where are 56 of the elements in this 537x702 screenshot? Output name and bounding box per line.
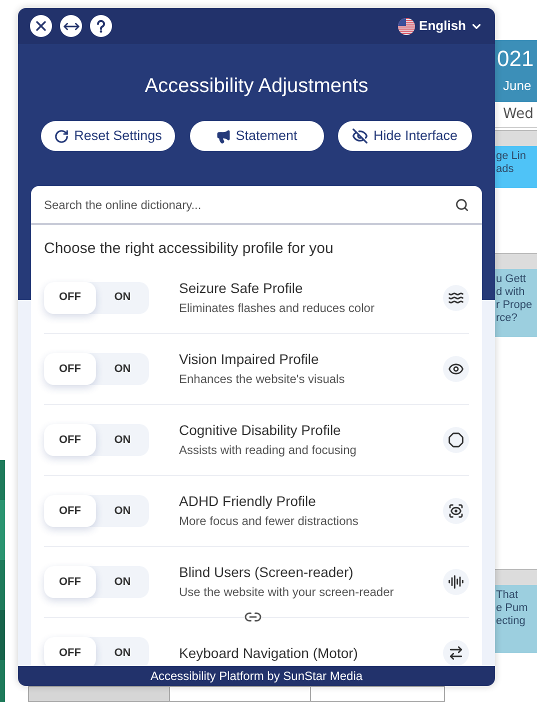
profile-title: Vision Impaired Profile (179, 351, 320, 368)
calendar-year: 021 (497, 46, 534, 72)
profile-title: Keyboard Navigation (Motor) (179, 644, 359, 662)
profile-toggle[interactable]: OFF ON (44, 566, 149, 598)
profiles-heading: Choose the right accessibility profile for you (44, 240, 334, 258)
search-field[interactable]: Search the online dictionary... (44, 196, 455, 214)
event-text: r Prope (496, 299, 534, 312)
flag-icon (398, 18, 416, 34)
profile-toggle[interactable]: OFF ON (44, 424, 149, 456)
profile-toggle[interactable]: OFF ON (44, 282, 149, 314)
reset-icon (54, 128, 70, 144)
waves-icon (448, 290, 464, 306)
event-text: u Gett (496, 273, 527, 286)
hide-button[interactable]: Hide Interface (338, 121, 472, 151)
profile-toggle[interactable]: OFF ON (44, 495, 149, 527)
event-text: That (496, 589, 520, 602)
event-text: e Pum (496, 602, 529, 615)
table-cell (495, 569, 537, 585)
search-icon (455, 198, 469, 212)
event-text: rce? (496, 312, 518, 325)
profile-toggle[interactable]: OFF ON (44, 353, 149, 385)
resize-button[interactable] (60, 15, 82, 37)
profile-title: Seizure Safe Profile (179, 280, 304, 296)
language-selector[interactable]: English (398, 16, 483, 36)
focus-icon (448, 503, 464, 519)
megaphone-icon (216, 128, 231, 144)
profile-title: Cognitive Disability Profile (179, 422, 342, 439)
profile-description: More focus and fewer distractions (179, 514, 360, 529)
footer-text: Accessibility Platform by SunStar Media (150, 668, 363, 685)
octagon-icon (448, 432, 464, 448)
statement-button[interactable]: Statement (190, 121, 324, 151)
arrows-icon (448, 645, 464, 661)
profile-description: Eliminates flashes and reduces color (179, 300, 376, 316)
weekday-label: Wed (503, 105, 534, 124)
sound-wave-icon (448, 574, 464, 590)
profile-title: ADHD Friendly Profile (179, 493, 317, 510)
profile-description: Enhances the website's visuals (179, 372, 346, 387)
event-text: ecting (496, 615, 526, 628)
event-text: ads (496, 163, 515, 176)
event-text: ge Lin (496, 150, 527, 163)
profile-title: Blind Users (Screen-reader) (179, 564, 354, 581)
profile-toggle[interactable]: OFF ON (44, 637, 149, 666)
close-button[interactable] (30, 15, 52, 37)
eye-off-icon (352, 128, 368, 144)
profile-description: Use the website with your screen-reader (179, 585, 395, 600)
event-text: d with (496, 286, 526, 299)
table-cell (495, 130, 537, 146)
panel-title: Accessibility Adjustments (144, 74, 370, 98)
eye-icon (448, 361, 464, 377)
calendar-month: June (502, 77, 532, 95)
table-cell (495, 253, 537, 269)
close-icon (33, 18, 49, 34)
profile-description: Assists with reading and focusing (179, 443, 358, 458)
help-button[interactable] (90, 15, 112, 37)
reset-button[interactable]: Reset Settings (41, 121, 175, 151)
question-mark-icon (96, 20, 106, 32)
